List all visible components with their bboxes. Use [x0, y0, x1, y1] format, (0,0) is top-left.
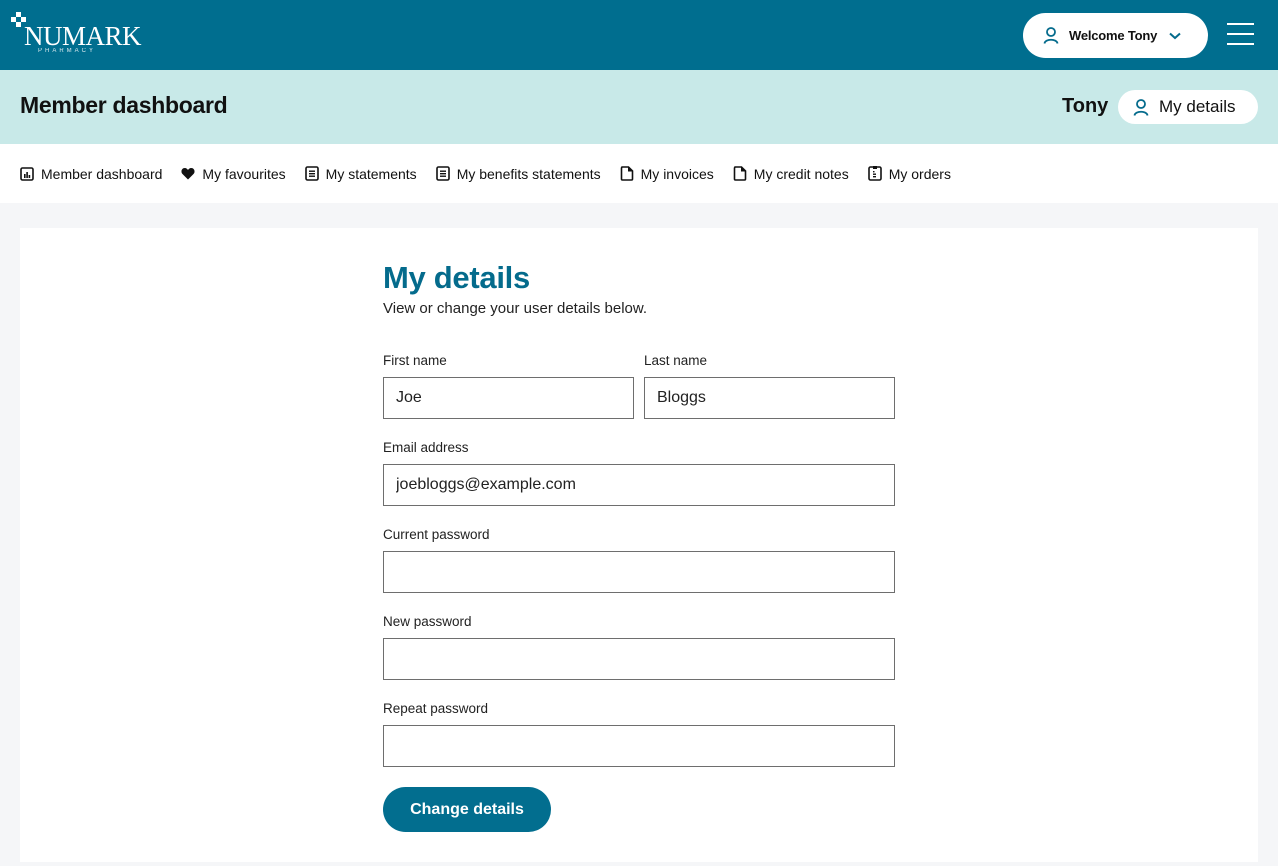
brand-subtitle: PHARMACY: [38, 48, 97, 54]
nav-item-my-favourites[interactable]: My favourites: [181, 165, 286, 182]
top-bar: NUMARK PHARMACY Welcome Tony: [0, 0, 1278, 70]
heart-icon: [181, 168, 195, 180]
user-icon: [1043, 27, 1059, 44]
form-intro: View or change your user details below.: [383, 300, 648, 317]
email-label: Email address: [383, 440, 469, 455]
nav-label: My credit notes: [753, 165, 849, 182]
current-password-field[interactable]: [383, 551, 895, 593]
welcome-menu-button[interactable]: Welcome Tony: [1023, 13, 1208, 58]
file-icon: [620, 166, 633, 181]
page-title: Member dashboard: [20, 92, 228, 118]
form-title: My details: [383, 260, 530, 295]
nav-item-my-credit-notes[interactable]: My credit notes: [733, 166, 849, 182]
nav-label: My benefits statements: [456, 165, 601, 182]
new-password-label: New password: [383, 614, 472, 629]
welcome-label: Welcome Tony: [1069, 28, 1158, 43]
my-details-button[interactable]: My details: [1118, 90, 1258, 124]
nav-label: Member dashboard: [41, 165, 163, 182]
dashboard-header: Member dashboard Tony My details: [0, 70, 1278, 144]
document-lines-icon: [435, 166, 450, 181]
new-password-field[interactable]: [383, 638, 895, 680]
nav-label: My invoices: [640, 165, 714, 182]
chevron-down-icon: [1169, 32, 1181, 39]
nav-item-member-dashboard[interactable]: Member dashboard: [20, 166, 162, 182]
repeat-password-label: Repeat password: [383, 701, 489, 716]
nav-item-my-statements[interactable]: My statements: [304, 165, 417, 182]
nav-label: My favourites: [202, 165, 286, 182]
last-name-label: Last name: [644, 353, 708, 368]
chart-icon: [20, 166, 34, 181]
user-name: Tony: [1062, 95, 1109, 117]
nav-item-my-invoices[interactable]: My invoices: [620, 166, 714, 182]
last-name-field[interactable]: [644, 377, 895, 419]
user-icon: [1133, 98, 1149, 116]
clipboard-icon: [867, 166, 882, 181]
nav-item-my-benefits-statements[interactable]: My benefits statements: [435, 165, 601, 182]
change-details-button[interactable]: Change details: [383, 787, 551, 832]
current-password-label: Current password: [383, 527, 490, 542]
email-field[interactable]: [383, 464, 895, 506]
nav-label: My orders: [888, 165, 951, 182]
first-name-field[interactable]: [383, 377, 634, 419]
repeat-password-field[interactable]: [383, 725, 895, 767]
file-icon: [733, 166, 747, 181]
my-details-label: My details: [1159, 97, 1236, 116]
nav-label: My statements: [325, 165, 417, 182]
details-card: My details View or change your user deta…: [20, 228, 1258, 862]
numark-logo[interactable]: NUMARK PHARMACY: [11, 12, 146, 58]
document-lines-icon: [304, 166, 319, 181]
first-name-label: First name: [383, 353, 447, 368]
nav-item-my-orders[interactable]: My orders: [867, 165, 951, 182]
hamburger-menu-icon[interactable]: [1227, 23, 1254, 47]
dashboard-nav: Member dashboard My favourites My statem…: [0, 144, 1278, 203]
